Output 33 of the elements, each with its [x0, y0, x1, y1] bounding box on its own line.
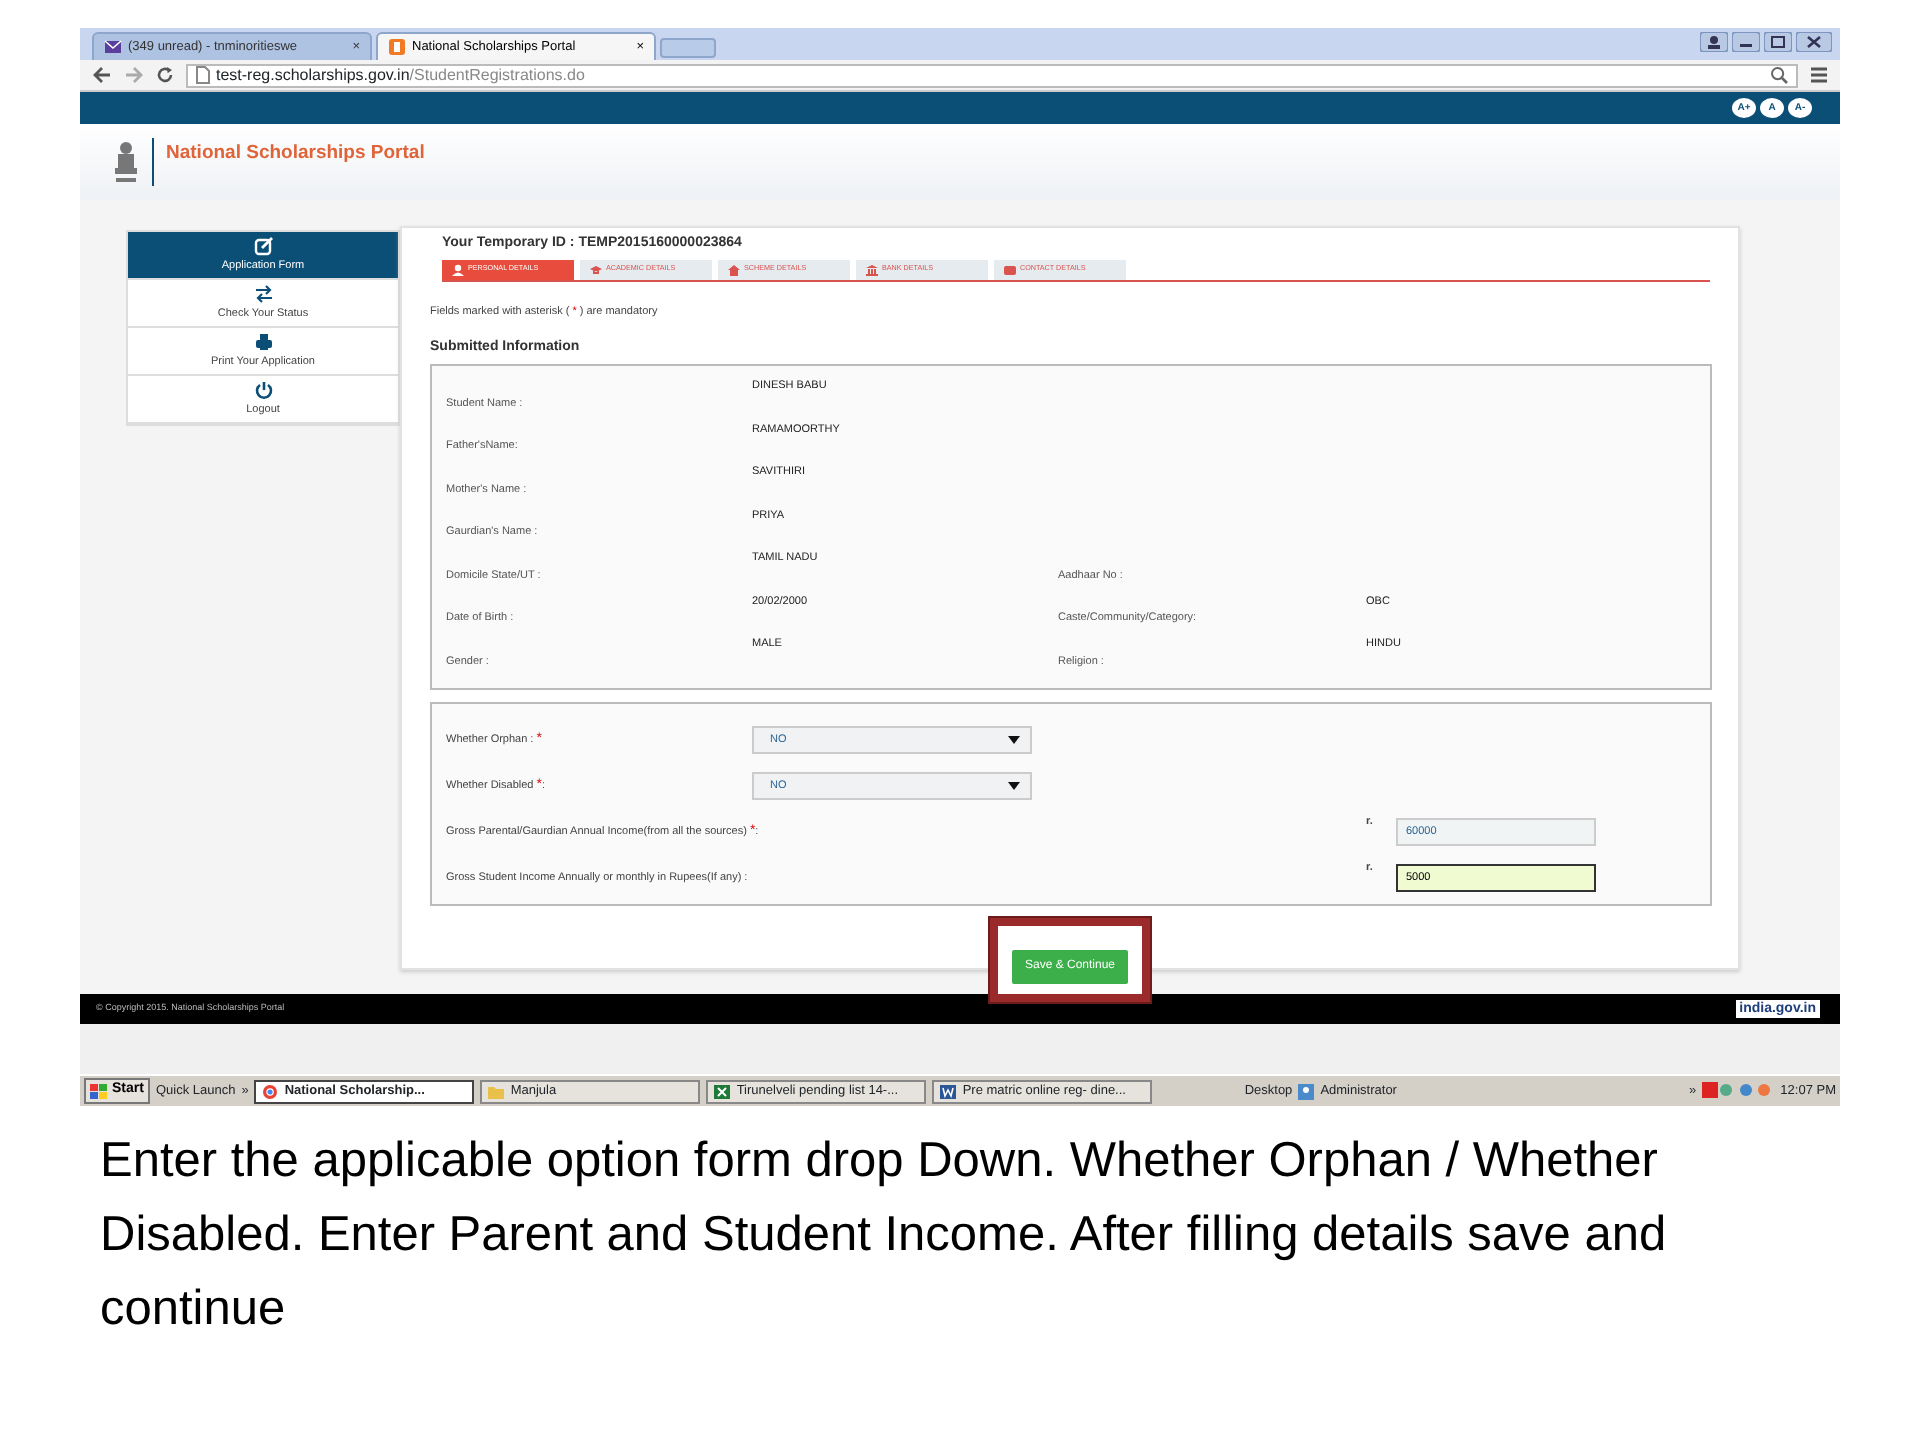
portal-title: National Scholarships Portal — [166, 140, 425, 168]
user-icon[interactable] — [1700, 32, 1728, 52]
printer-icon — [253, 331, 273, 352]
document-icon — [940, 1083, 957, 1099]
home-icon — [728, 263, 740, 275]
power-icon — [253, 379, 273, 400]
close-icon[interactable] — [1796, 32, 1832, 52]
windows-logo-icon — [90, 1083, 108, 1099]
reload-icon[interactable] — [156, 66, 174, 84]
maximize-icon[interactable] — [1764, 32, 1792, 52]
menu-icon[interactable] — [1810, 66, 1828, 84]
back-icon[interactable] — [92, 66, 112, 84]
search-icon[interactable] — [1770, 66, 1788, 84]
user-icon — [1298, 1083, 1315, 1099]
minimize-icon[interactable] — [1732, 32, 1760, 52]
graduation-cap-icon — [590, 263, 602, 275]
edit-icon — [253, 235, 273, 256]
emblem-icon — [112, 138, 140, 186]
browser-icon — [262, 1083, 279, 1099]
portal-icon — [388, 38, 406, 56]
page-icon — [196, 66, 210, 84]
person-icon — [452, 263, 464, 275]
spreadsheet-icon — [714, 1083, 731, 1099]
swap-icon — [253, 283, 273, 304]
bank-icon — [866, 263, 878, 275]
tray-icons-drawing — [1702, 1082, 1775, 1100]
caret-icon — [1008, 735, 1020, 744]
envelope-icon — [104, 38, 122, 56]
folder-icon — [488, 1083, 505, 1099]
address-field[interactable]: test-reg.scholarships.gov.in/StudentRegistrations.do — [186, 63, 1798, 87]
instruction-text: Enter the applicable option form drop Down. Whether Orphan / Whether Disabled. Enter Parent and Student Income. After filling details save and continue — [100, 1132, 1669, 1340]
caret-icon — [1008, 781, 1020, 790]
envelope-icon — [1004, 263, 1016, 275]
